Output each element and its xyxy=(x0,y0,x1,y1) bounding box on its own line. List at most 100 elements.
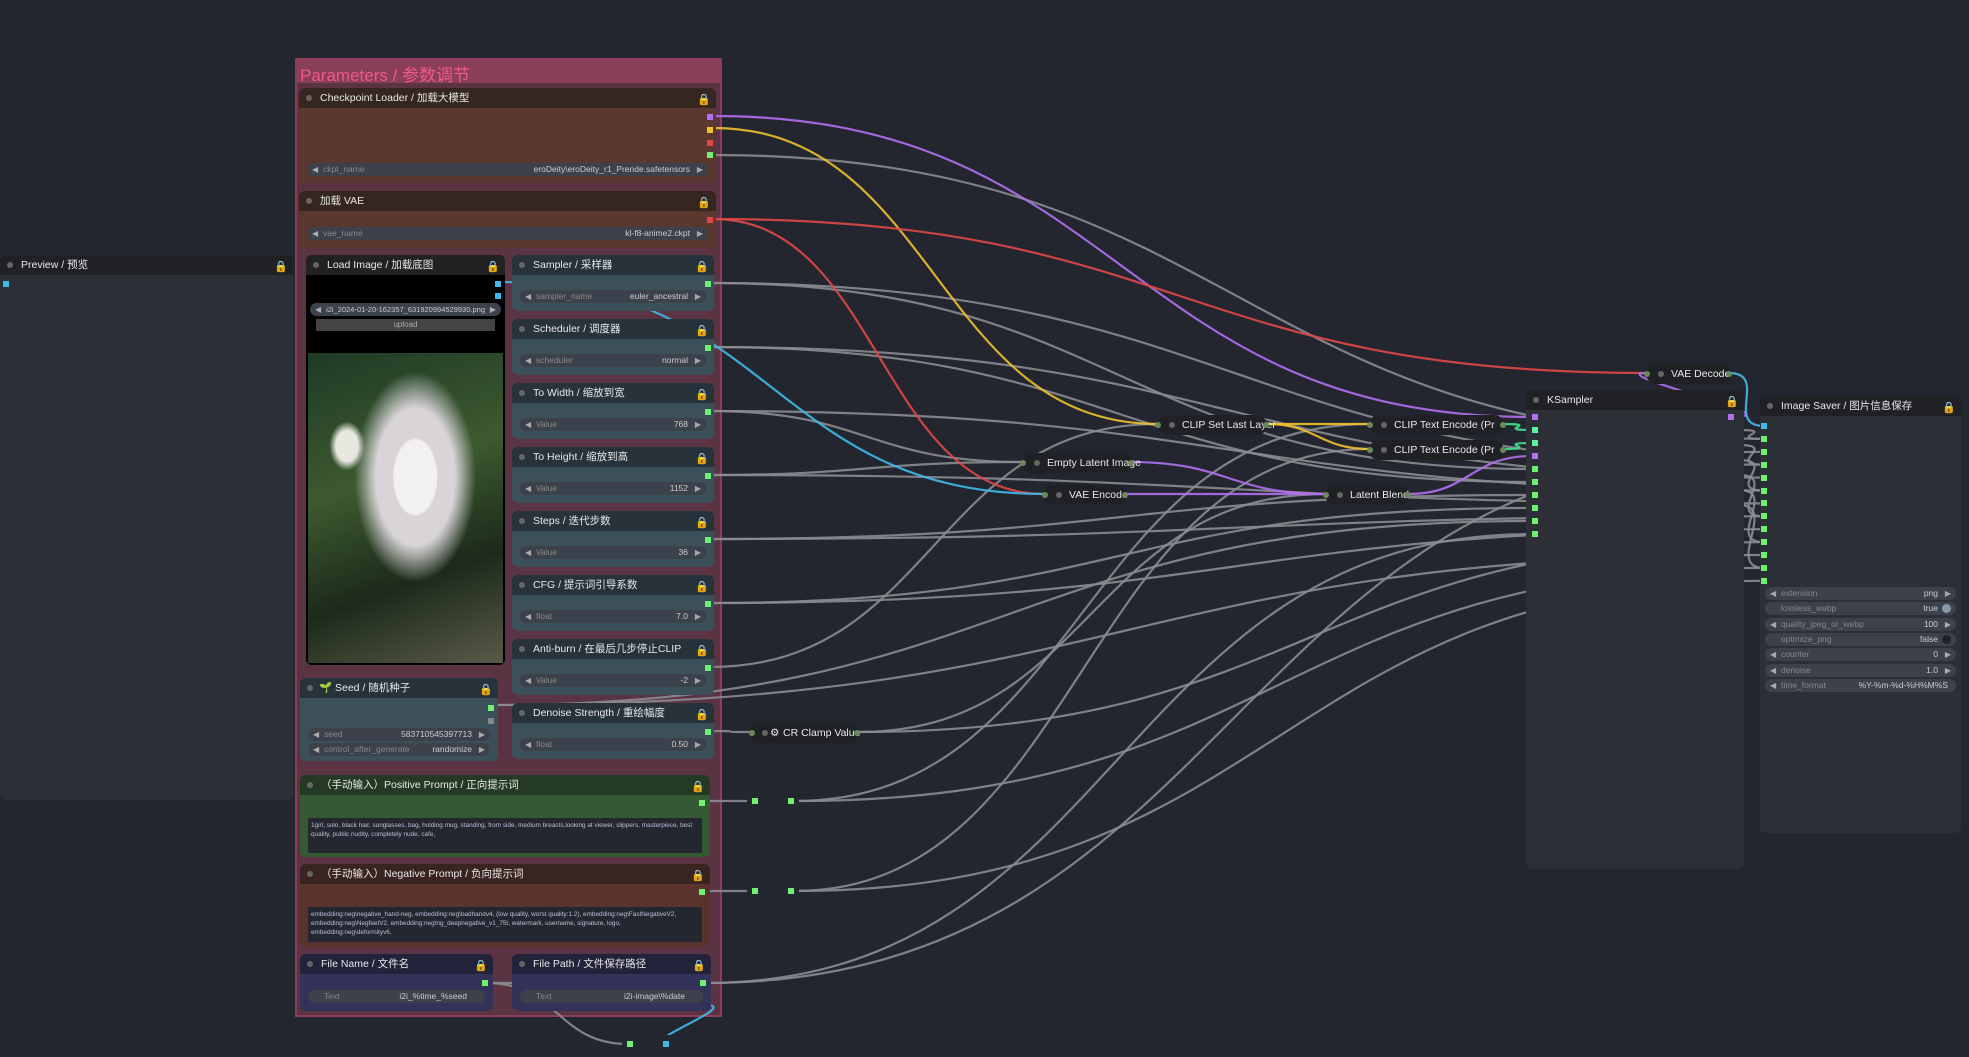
mask-output-slot[interactable] xyxy=(495,293,501,299)
output-slot[interactable] xyxy=(705,601,711,607)
seed-output-slot[interactable] xyxy=(488,705,494,711)
ksampler-input-slot[interactable] xyxy=(1532,414,1538,420)
ksampler-input-slot[interactable] xyxy=(1532,531,1538,537)
image-saver-input-slot[interactable] xyxy=(1761,461,1767,468)
image-output-slot[interactable] xyxy=(495,281,501,287)
lock-icon[interactable]: 🔒 xyxy=(474,956,488,976)
lock-icon[interactable]: 🔒 xyxy=(695,321,709,341)
lock-icon[interactable]: 🔒 xyxy=(691,866,705,886)
scheduler-widget[interactable]: ◀ scheduler normal ▶ xyxy=(520,354,706,367)
control-after-generate-widget[interactable]: ◀ control_after_generate randomize ▶ xyxy=(308,743,490,756)
ksampler-input-slot[interactable] xyxy=(1532,453,1538,459)
ksampler-input-slot[interactable] xyxy=(1532,440,1538,446)
image-saver-widget-counter[interactable]: ◀ counter 0 ▶ xyxy=(1765,648,1956,662)
ksampler-node[interactable]: KSampler 🔒 xyxy=(1526,390,1744,869)
positive-prompt-textarea[interactable]: 1girl, solo, black hair, sunglasses, bag… xyxy=(308,818,702,853)
image-saver-widget-extension[interactable]: ◀ extension png ▶ xyxy=(1765,587,1956,600)
upload-button[interactable]: upload xyxy=(316,319,495,331)
file-name-node[interactable]: File Name / 文件名 🔒 Text i2i_%time_%seed xyxy=(300,954,493,1011)
width-node[interactable]: To Width / 缩放到宽 🔒 ◀ Value 768 ▶ xyxy=(512,383,714,439)
reroute-bottom[interactable] xyxy=(622,1035,674,1053)
height-node[interactable]: To Height / 缩放到高 🔒 ◀ Value 1152 ▶ xyxy=(512,447,714,503)
lock-icon[interactable]: 🔒 xyxy=(486,257,500,277)
image-saver-input-slot[interactable] xyxy=(1761,526,1767,533)
lock-icon[interactable]: 🔒 xyxy=(692,956,706,976)
sampler-name-widget[interactable]: ◀ sampler_name euler_ancestral ▶ xyxy=(520,290,706,303)
ksampler-input-slot[interactable] xyxy=(1532,492,1538,498)
steps-widget[interactable]: ◀ Value 36 ▶ xyxy=(520,546,706,559)
denoise-widget[interactable]: ◀ float 0.50 ▶ xyxy=(520,738,706,751)
image-saver-input-slot[interactable] xyxy=(1761,552,1767,558)
ksampler-input-slot[interactable] xyxy=(1532,518,1538,524)
clip-text-encode-positive-node[interactable]: CLIP Text Encode (Pr xyxy=(1367,415,1506,435)
output-slot[interactable] xyxy=(705,281,711,287)
cr-clamp-value-node[interactable]: ⚙ CR Clamp Value xyxy=(749,723,860,743)
output-slot[interactable] xyxy=(705,665,711,671)
image-file-widget[interactable]: ◀ i2i_2024-01-20-162357_631920994529930.p… xyxy=(310,303,501,316)
denoise-node[interactable]: Denoise Strength / 重绘幅度 🔒 ◀ float 0.50 ▶ xyxy=(512,703,714,759)
file-name-text-widget[interactable]: Text i2i_%time_%seed xyxy=(308,990,485,1003)
antiburn-widget[interactable]: ◀ Value -2 ▶ xyxy=(520,674,706,687)
ksampler-input-slot[interactable] xyxy=(1532,427,1538,433)
height-widget[interactable]: ◀ Value 1152 ▶ xyxy=(520,482,706,495)
output-slot[interactable] xyxy=(705,473,711,479)
image-saver-widget-optimize-png[interactable]: optimize_png false xyxy=(1765,632,1956,646)
image-saver-input-slot[interactable] xyxy=(1761,448,1767,455)
positive-prompt-node[interactable]: （手动输入）Positive Prompt / 正向提示词 🔒 1girl, so… xyxy=(300,775,710,857)
ksampler-input-slot[interactable] xyxy=(1532,466,1538,472)
image-saver-widget-lossless-webp[interactable]: lossless_webp true xyxy=(1765,602,1956,616)
file-path-text-widget[interactable]: Text i2i-image\%date xyxy=(520,990,703,1003)
image-saver-widget-time-format[interactable]: ◀ time_format %Y-%m-%d-%H%M%S xyxy=(1765,678,1956,692)
steps-node[interactable]: Steps / 迭代步数 🔒 ◀ Value 36 ▶ xyxy=(512,511,714,567)
vae-output-slot[interactable] xyxy=(707,140,713,146)
negative-prompt-textarea[interactable]: embedding:neg\negative_hand-neg, embeddi… xyxy=(308,907,702,942)
clip-text-encode-negative-node[interactable]: CLIP Text Encode (Pr xyxy=(1367,440,1506,460)
cfg-widget[interactable]: ◀ float 7.0 ▶ xyxy=(520,610,706,623)
image-saver-input-slot[interactable] xyxy=(1761,539,1767,546)
output-slot[interactable] xyxy=(705,729,711,735)
vae-loader-node[interactable]: 加载 VAE 🔒 ◀ vae_name kl-f8-anime2.ckpt ▶ xyxy=(299,191,716,248)
cfg-node[interactable]: CFG / 提示词引导系数 🔒 ◀ float 7.0 ▶ xyxy=(512,575,714,631)
ckpt-name-widget[interactable]: ◀ ckpt_name eroDeity\eroDeity_r1_Prende.sa… xyxy=(307,163,708,176)
image-saver-input-slot[interactable] xyxy=(1761,435,1767,442)
image-saver-input-slot[interactable] xyxy=(1761,577,1767,584)
load-image-node[interactable]: Load Image / 加载底图 🔒 ◀ i2i_2024-01-20-16235… xyxy=(306,255,505,665)
image-saver-node[interactable]: Image Saver / 图片信息保存 🔒 ◀ extension png ▶ loss… xyxy=(1760,396,1961,833)
preview-node[interactable]: Preview / 预览 🔒 xyxy=(0,255,293,800)
image-saver-input-slot[interactable] xyxy=(1761,423,1767,429)
lock-icon[interactable]: 🔒 xyxy=(695,449,709,469)
output-slot[interactable] xyxy=(700,980,706,986)
ksampler-input-slot[interactable] xyxy=(1532,479,1538,485)
image-saver-widget-quality-jpeg-or-webp[interactable]: ◀ quality_jpeg_or_webp 100 ▶ xyxy=(1765,617,1956,631)
name-output-slot[interactable] xyxy=(707,152,713,158)
negative-prompt-node[interactable]: （手动输入）Negative Prompt / 负向提示词 🔒 embedding… xyxy=(300,864,710,947)
output-slot[interactable] xyxy=(482,980,488,986)
image-saver-input-slot[interactable] xyxy=(1761,513,1767,520)
text-output-slot[interactable] xyxy=(699,800,705,806)
scheduler-node[interactable]: Scheduler / 调度器 🔒 ◀ scheduler normal ▶ xyxy=(512,319,714,375)
antiburn-node[interactable]: Anti-burn / 在最后几步停止CLIP 🔒 ◀ Value -2 ▶ xyxy=(512,639,714,695)
text-output-slot[interactable] xyxy=(699,889,705,895)
lock-icon[interactable]: 🔒 xyxy=(695,385,709,405)
ksampler-input-slot[interactable] xyxy=(1532,505,1538,511)
width-widget[interactable]: ◀ Value 768 ▶ xyxy=(520,418,706,431)
output-slot[interactable] xyxy=(488,718,494,724)
image-saver-input-slot[interactable] xyxy=(1761,474,1767,481)
lock-icon[interactable]: 🔒 xyxy=(697,90,711,110)
checkpoint-loader-node[interactable]: Checkpoint Loader / 加载大模型 🔒 ◀ ckpt_name ero… xyxy=(299,88,716,183)
lock-icon[interactable]: 🔒 xyxy=(1725,392,1739,412)
file-path-node[interactable]: File Path / 文件保存路径 🔒 Text i2i-image\%date xyxy=(512,954,711,1011)
empty-latent-image-node[interactable]: Empty Latent Image xyxy=(1020,453,1141,473)
lock-icon[interactable]: 🔒 xyxy=(691,777,705,797)
vae-output-slot[interactable] xyxy=(707,217,713,223)
model-output-slot[interactable] xyxy=(707,114,713,120)
lock-icon[interactable]: 🔒 xyxy=(695,257,709,277)
lock-icon[interactable]: 🔒 xyxy=(1942,398,1956,418)
lock-icon[interactable]: 🔒 xyxy=(697,193,711,213)
image-saver-input-slot[interactable] xyxy=(1761,487,1767,494)
lock-icon[interactable]: 🔒 xyxy=(695,641,709,661)
sampler-node[interactable]: Sampler / 采样器 🔒 ◀ sampler_name euler_ancestr… xyxy=(512,255,714,311)
lock-icon[interactable]: 🔒 xyxy=(695,513,709,533)
output-slot[interactable] xyxy=(705,345,711,351)
image-saver-input-slot[interactable] xyxy=(1761,564,1767,571)
